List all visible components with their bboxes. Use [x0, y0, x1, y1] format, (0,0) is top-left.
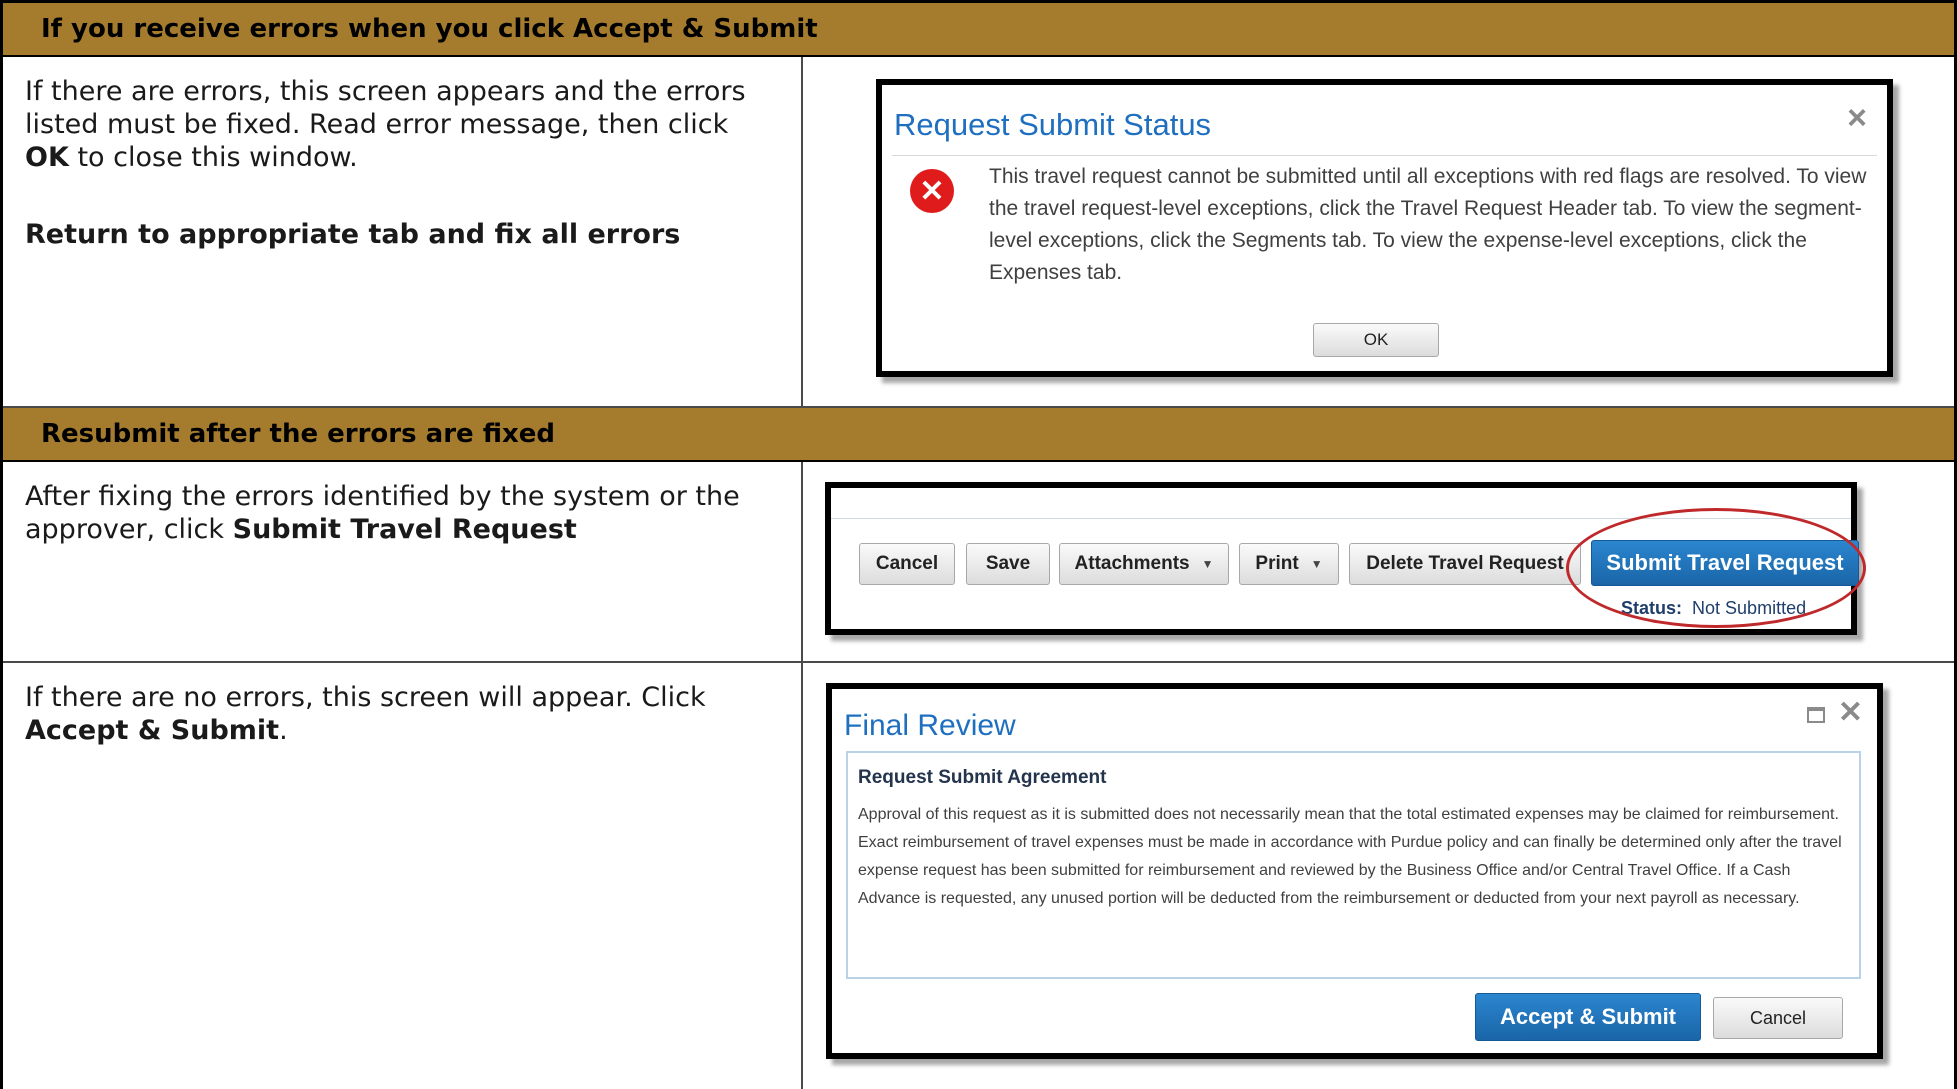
instruction-paragraph: If there are errors, this screen appears… — [25, 76, 746, 173]
instruction-emphasis: Return to appropriate tab and fix all er… — [25, 219, 681, 250]
delete-travel-request-button[interactable]: Delete Travel Request — [1349, 543, 1581, 585]
ok-button[interactable]: OK — [1313, 323, 1439, 357]
error-x-circle-icon: ✕ — [910, 169, 954, 213]
agreement-title: Request Submit Agreement — [858, 767, 1107, 788]
error-message: This travel request cannot be submitted … — [989, 165, 1867, 284]
save-button[interactable]: Save — [966, 543, 1050, 585]
close-icon[interactable]: × — [1847, 99, 1867, 138]
resubmit-row: After fixing the errors identified by th… — [3, 462, 1954, 663]
agreement-box: Request Submit Agreement Approval of thi… — [846, 751, 1861, 979]
cancel-button[interactable]: Cancel — [1713, 997, 1843, 1039]
screenshot-cell: Cancel Save Attachments ▼ Print ▼ Delete T… — [803, 462, 1954, 661]
instructions-cell: After fixing the errors identified by th… — [3, 462, 803, 661]
chevron-down-icon: ▼ — [1201, 557, 1214, 571]
accept-submit-button[interactable]: Accept & Submit — [1475, 993, 1701, 1041]
agreement-text: Approval of this request as it is submit… — [858, 806, 1842, 907]
errors-row: If there are errors, this screen appears… — [3, 57, 1954, 408]
section-header-errors: If you receive errors when you click Acc… — [3, 3, 1954, 57]
screenshot-cell: Request Submit Status × ✕ This travel re… — [803, 57, 1954, 406]
section-header-resubmit: Resubmit after the errors are fixed — [3, 408, 1954, 462]
request-submit-status-dialog: Request Submit Status × ✕ This travel re… — [876, 79, 1893, 377]
title-divider — [892, 155, 1877, 156]
dialog-title: Request Submit Status — [894, 107, 1212, 142]
section-title: Resubmit after the errors are fixed — [41, 419, 555, 449]
toolbar-screenshot: Cancel Save Attachments ▼ Print ▼ Delete T… — [825, 482, 1866, 635]
instructions-cell: If there are errors, this screen appears… — [3, 57, 803, 406]
instructions-cell: If there are no errors, this screen will… — [3, 663, 803, 1089]
instruction-paragraph: If there are no errors, this screen will… — [25, 682, 706, 746]
final-review-row: If there are no errors, this screen will… — [3, 663, 1954, 1089]
instruction-paragraph: After fixing the errors identified by th… — [25, 481, 740, 545]
chevron-down-icon: ▼ — [1310, 557, 1323, 571]
dialog-title: Final Review — [844, 709, 1016, 742]
screenshot-cell: Final Review ✕ Request Submit Agreement … — [803, 663, 1954, 1089]
cancel-button[interactable]: Cancel — [859, 543, 955, 585]
maximize-icon[interactable] — [1807, 707, 1825, 723]
highlight-circle — [1566, 508, 1866, 628]
section-title: If you receive errors when you click Acc… — [41, 14, 818, 44]
close-icon[interactable]: ✕ — [1838, 695, 1863, 730]
final-review-dialog: Final Review ✕ Request Submit Agreement … — [826, 683, 1883, 1059]
print-button[interactable]: Print ▼ — [1239, 543, 1339, 585]
attachments-button[interactable]: Attachments ▼ — [1059, 543, 1229, 585]
